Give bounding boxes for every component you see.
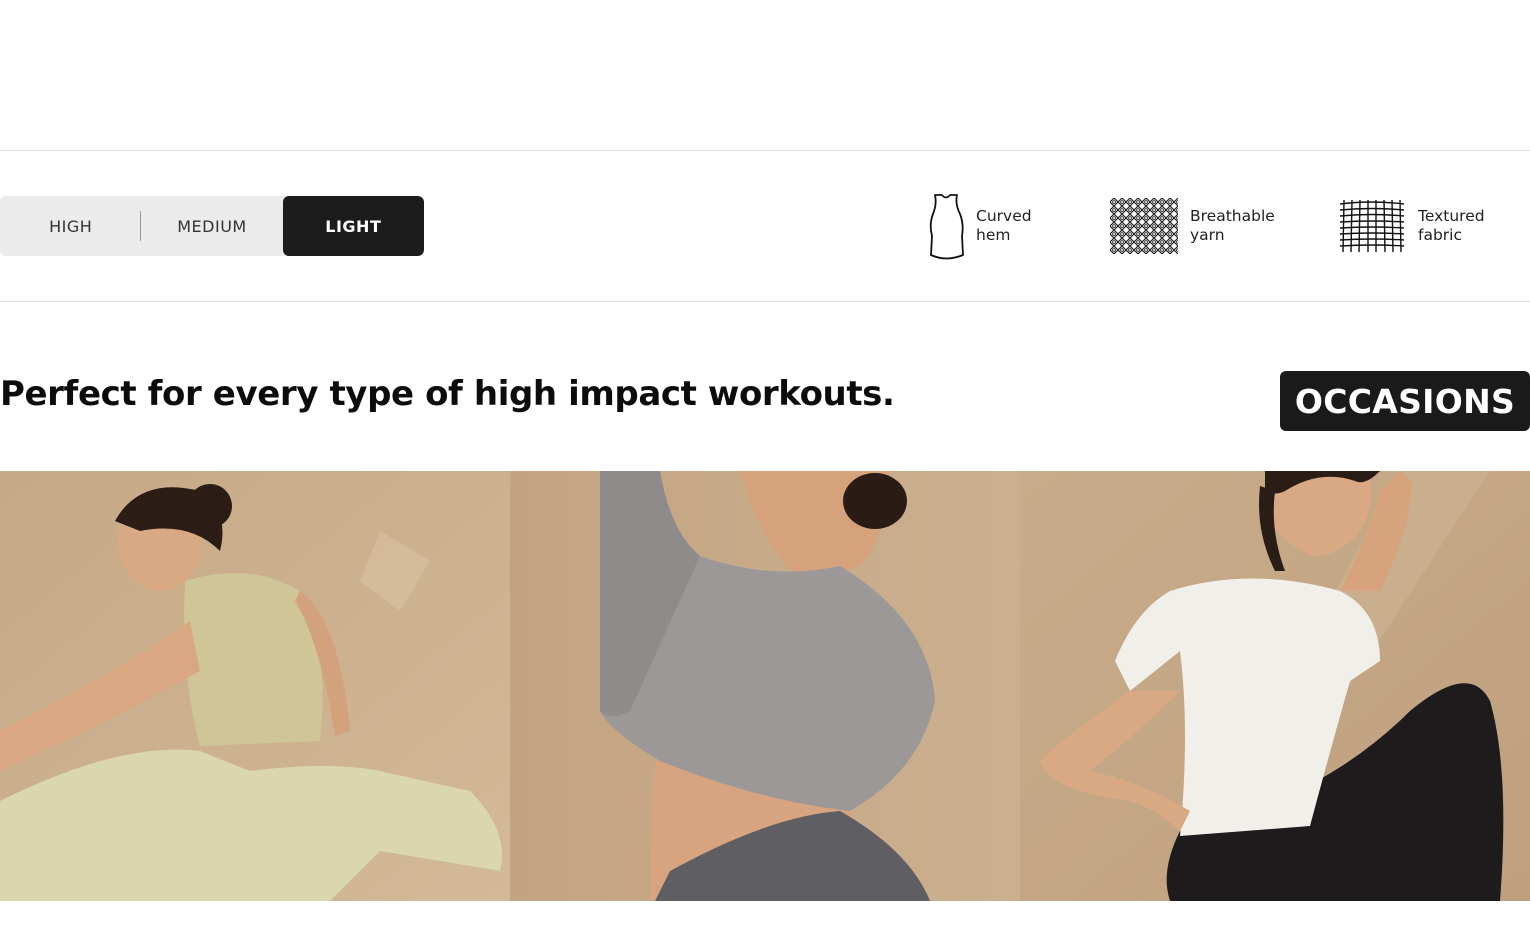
feature-breathable-yarn: Breathable yarn <box>1110 190 1275 262</box>
top-blank-area <box>0 0 1530 150</box>
photo-image <box>510 471 1020 901</box>
intensity-option-high[interactable]: HIGH <box>0 196 142 256</box>
feature-label-line1: Breathable <box>1190 207 1275 225</box>
feature-label-line2: yarn <box>1190 226 1225 244</box>
intensity-selector: HIGH MEDIUM LIGHT <box>0 196 424 256</box>
feature-label-line2: fabric <box>1418 226 1462 244</box>
occasions-badge: OCCASIONS <box>1280 371 1530 431</box>
photo-grey-tee[interactable] <box>510 471 1020 901</box>
photo-white-tee[interactable] <box>1020 471 1530 901</box>
mesh-icon <box>1110 198 1178 254</box>
divider-top <box>0 150 1530 151</box>
feature-label-line1: Textured <box>1418 207 1485 225</box>
section-headline: Perfect for every type of high impact wo… <box>0 374 895 414</box>
tank-top-icon <box>929 194 964 260</box>
feature-label-line2: hem <box>976 226 1011 244</box>
photo-image <box>1020 471 1530 901</box>
grid-fabric-icon <box>1339 200 1405 252</box>
feature-curved-hem: Curved hem <box>928 190 1032 262</box>
feature-label: Textured fabric <box>1418 207 1485 245</box>
divider-bottom <box>0 301 1530 302</box>
feature-label: Breathable yarn <box>1190 207 1275 245</box>
intensity-option-light[interactable]: LIGHT <box>282 196 424 256</box>
feature-label: Curved hem <box>976 207 1032 245</box>
photo-strip <box>0 471 1530 901</box>
feature-textured-fabric: Textured fabric <box>1338 190 1485 262</box>
feature-label-line1: Curved <box>976 207 1032 225</box>
photo-sage-tank[interactable] <box>0 471 510 901</box>
intensity-option-medium[interactable]: MEDIUM <box>141 196 282 256</box>
photo-image <box>0 471 510 901</box>
